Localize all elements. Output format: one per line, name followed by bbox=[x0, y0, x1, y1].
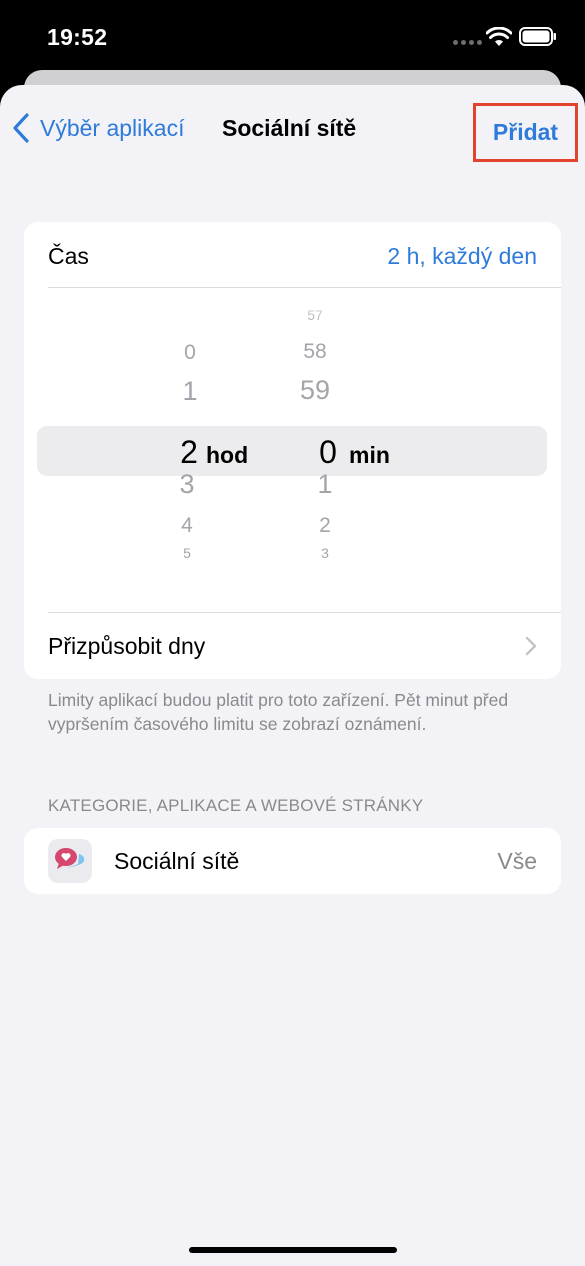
category-row[interactable]: Sociální sítě Vše bbox=[24, 828, 561, 894]
modal-sheet: Výběr aplikací Sociální sítě Přidat Čas … bbox=[0, 85, 585, 1266]
chevron-left-icon bbox=[13, 113, 29, 143]
minutes-option[interactable]: 2 bbox=[305, 515, 345, 536]
footnote: Limity aplikací budou platit pro toto za… bbox=[48, 690, 509, 734]
minutes-selected[interactable]: 0 bbox=[308, 436, 348, 468]
minutes-option[interactable]: 3 bbox=[305, 546, 345, 560]
hours-option[interactable]: 5 bbox=[167, 546, 207, 560]
picker-fade-top bbox=[24, 288, 561, 328]
category-value: Vše bbox=[497, 848, 537, 874]
customize-days-label: Přizpůsobit dny bbox=[48, 633, 206, 659]
back-button-label: Výběr aplikací bbox=[40, 114, 185, 141]
add-button-label: Přidat bbox=[492, 119, 559, 145]
social-networks-icon bbox=[48, 839, 92, 883]
status-time: 19:52 bbox=[47, 24, 108, 50]
page-title: Sociální sítě bbox=[222, 115, 357, 141]
wifi-icon bbox=[486, 27, 512, 46]
add-button[interactable]: Přidat bbox=[473, 103, 578, 162]
section-header: KATEGORIE, APLIKACE A WEBOVÉ STRÁNKY bbox=[48, 796, 424, 815]
minutes-unit-label: min bbox=[349, 442, 390, 468]
minutes-option[interactable]: 1 bbox=[305, 471, 345, 498]
time-picker[interactable]: 0 1 2 hod 3 4 5 57 58 59 0 min 1 2 3 bbox=[24, 288, 561, 612]
cellular-signal-icon bbox=[453, 40, 482, 45]
minutes-option[interactable]: 59 bbox=[295, 377, 335, 404]
hours-option[interactable]: 0 bbox=[170, 342, 210, 363]
minutes-option[interactable]: 58 bbox=[295, 341, 335, 362]
category-name: Sociální sítě bbox=[114, 848, 240, 874]
time-row-label: Čas bbox=[48, 243, 89, 269]
battery-icon bbox=[519, 27, 556, 46]
hours-option[interactable]: 1 bbox=[170, 378, 210, 405]
hours-option[interactable]: 3 bbox=[167, 471, 207, 498]
customize-days-row[interactable]: Přizpůsobit dny bbox=[24, 613, 561, 679]
hours-selected[interactable]: 2 bbox=[169, 436, 209, 468]
chevron-right-icon bbox=[525, 636, 537, 656]
time-row-value[interactable]: 2 h, každý den bbox=[387, 243, 537, 270]
hours-option[interactable]: 4 bbox=[167, 515, 207, 536]
picker-selection-band bbox=[37, 426, 547, 476]
hours-unit-label: hod bbox=[206, 442, 249, 468]
home-indicator bbox=[189, 1247, 397, 1253]
back-button[interactable]: Výběr aplikací bbox=[12, 113, 184, 143]
time-limit-card: Čas 2 h, každý den 0 1 2 hod 3 4 5 57 58… bbox=[24, 222, 561, 679]
status-bar: 19:52 bbox=[0, 0, 585, 70]
picker-fade-bottom bbox=[24, 572, 561, 612]
